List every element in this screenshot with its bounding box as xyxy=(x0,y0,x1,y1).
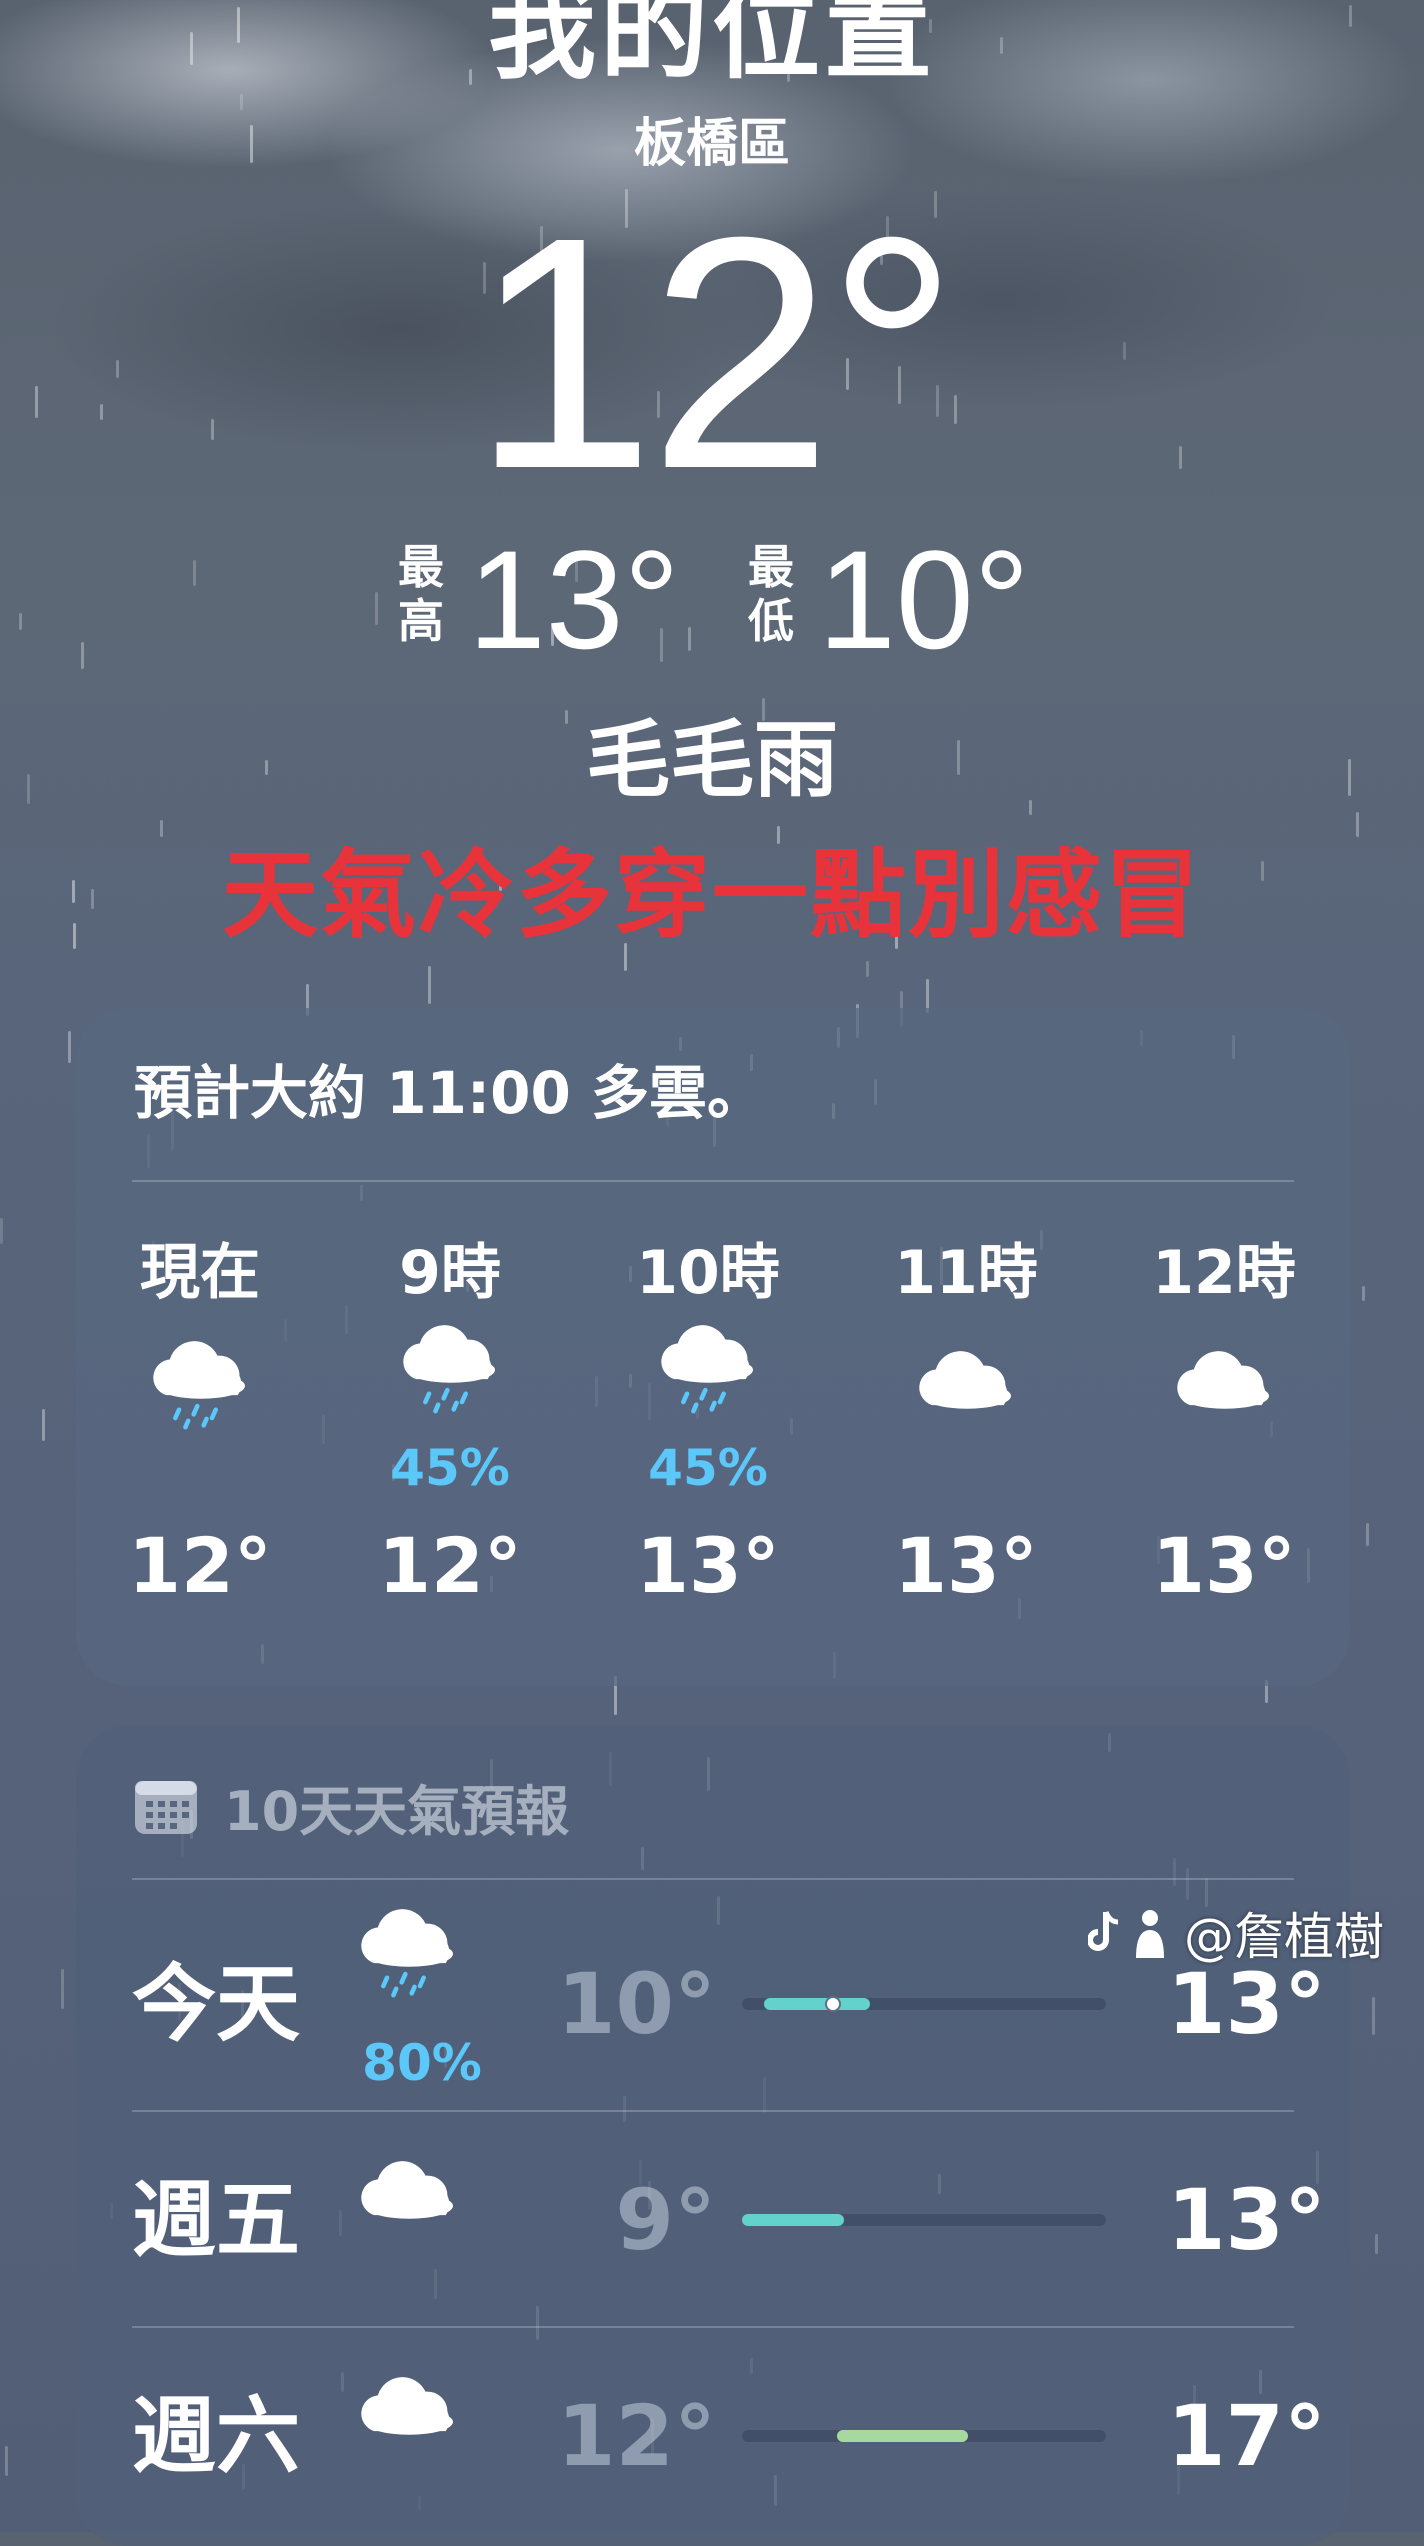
hour-temperature: 13° xyxy=(636,1521,780,1610)
raindrop xyxy=(1356,812,1359,837)
low-temperature: 10° xyxy=(557,1955,716,2053)
high-temperature: 17° xyxy=(1167,2387,1326,2485)
tiktok-watermark: @詹植樹 xyxy=(1088,1898,1384,1968)
temperature-range-fill xyxy=(764,1998,870,2010)
cloud-icon xyxy=(1124,1328,1324,1458)
low-label: 最低 xyxy=(748,540,794,648)
raindrop xyxy=(160,820,163,837)
divider xyxy=(132,1878,1294,1880)
cloud-icon xyxy=(866,1328,1066,1458)
hour-label: 11時 xyxy=(894,1238,1038,1308)
cloud-drizzle-icon: 45% xyxy=(608,1325,808,1497)
hour-temperature: 12° xyxy=(378,1521,522,1610)
hour-label: 現在 xyxy=(140,1238,260,1308)
day-name: 週五 xyxy=(132,2171,301,2269)
divider xyxy=(132,1180,1294,1182)
hourly-item: 11時 13° xyxy=(866,1218,1066,1636)
raindrop xyxy=(42,1409,45,1441)
cloud-drizzle-icon xyxy=(100,1328,300,1458)
calendar-icon xyxy=(135,1781,197,1834)
cloud-drizzle-icon xyxy=(354,1906,484,2036)
high-low-row: 最高 13° 最低 10° xyxy=(0,530,1424,670)
hourly-item: 現在 12° xyxy=(100,1218,300,1636)
low-temperature: 9° xyxy=(615,2171,716,2269)
raindrop xyxy=(866,961,869,977)
condition-text: 毛毛雨 xyxy=(585,711,838,809)
current-temperature: 12° xyxy=(471,168,958,537)
temperature-range-bar xyxy=(742,1996,1106,2012)
raindrop xyxy=(68,1031,71,1063)
daily-forecast-card[interactable]: 10天天氣預報 今天 80% 10° 13° 週五 9° 13° 週六 12° 17° xyxy=(76,1726,1350,2546)
raindrop xyxy=(1372,1997,1375,2035)
overlay-warning-message: 天氣冷多穿一點別感冒 xyxy=(222,839,1202,951)
hourly-summary: 預計大約 11:00 多雲。 xyxy=(134,1059,766,1127)
precip-chance: 45% xyxy=(648,1439,768,1497)
hour-temperature: 13° xyxy=(894,1521,1038,1610)
tiktok-logo-icon xyxy=(1088,1906,1178,1960)
temperature-range-bar xyxy=(742,2214,1106,2226)
raindrop xyxy=(0,1218,3,1244)
raindrop xyxy=(1375,2234,1378,2254)
raindrop xyxy=(5,2446,8,2476)
low-temperature: 12° xyxy=(557,2387,716,2485)
hourly-forecast-card[interactable]: 預計大約 11:00 多雲。 現在 12° 9時 45% 12° 10時 45% 13° 11時… xyxy=(76,1008,1350,1686)
current-temperature-marker xyxy=(825,1996,841,2012)
daily-row[interactable]: 週五 9° 13° xyxy=(76,2112,1350,2328)
hourly-item: 9時 45% 12° xyxy=(350,1218,550,1636)
day-name: 週六 xyxy=(132,2387,301,2485)
daily-forecast-header: 10天天氣預報 xyxy=(134,1766,569,1846)
low-temperature: 10° xyxy=(818,521,1030,678)
district-name: 板橋區 xyxy=(633,114,790,174)
high-label: 最高 xyxy=(398,540,444,648)
high-temperature: 13° xyxy=(1167,2171,1326,2269)
hour-label: 12時 xyxy=(1152,1238,1296,1308)
hourly-item: 10時 45% 13° xyxy=(608,1218,808,1636)
cloud-icon xyxy=(354,2374,484,2504)
watermark-handle: @詹植樹 xyxy=(1184,1908,1384,1966)
daily-row[interactable]: 週六 12° 17° xyxy=(76,2328,1350,2544)
day-name: 今天 xyxy=(132,1955,301,2053)
hour-temperature: 12° xyxy=(128,1521,272,1610)
hour-temperature: 13° xyxy=(1152,1521,1296,1610)
cloud-icon xyxy=(354,2158,484,2288)
hour-label: 9時 xyxy=(399,1238,501,1308)
cloud-drizzle-icon: 45% xyxy=(350,1325,550,1497)
raindrop xyxy=(240,94,243,110)
raindrop xyxy=(1366,1523,1369,1546)
location-title: 我的位置 xyxy=(487,0,936,94)
temperature-range-fill xyxy=(837,2430,968,2442)
precip-chance: 45% xyxy=(390,1439,510,1497)
hour-label: 10時 xyxy=(636,1238,780,1308)
hourly-item: 12時 13° xyxy=(1124,1218,1324,1636)
raindrop xyxy=(428,966,431,1004)
high-temperature: 13° xyxy=(468,521,680,678)
daily-forecast-title: 10天天氣預報 xyxy=(224,1779,570,1843)
raindrop xyxy=(1362,1286,1365,1301)
raindrop xyxy=(61,1969,64,2009)
temperature-range-bar xyxy=(742,2430,1106,2442)
temperature-range-fill xyxy=(742,2214,844,2226)
